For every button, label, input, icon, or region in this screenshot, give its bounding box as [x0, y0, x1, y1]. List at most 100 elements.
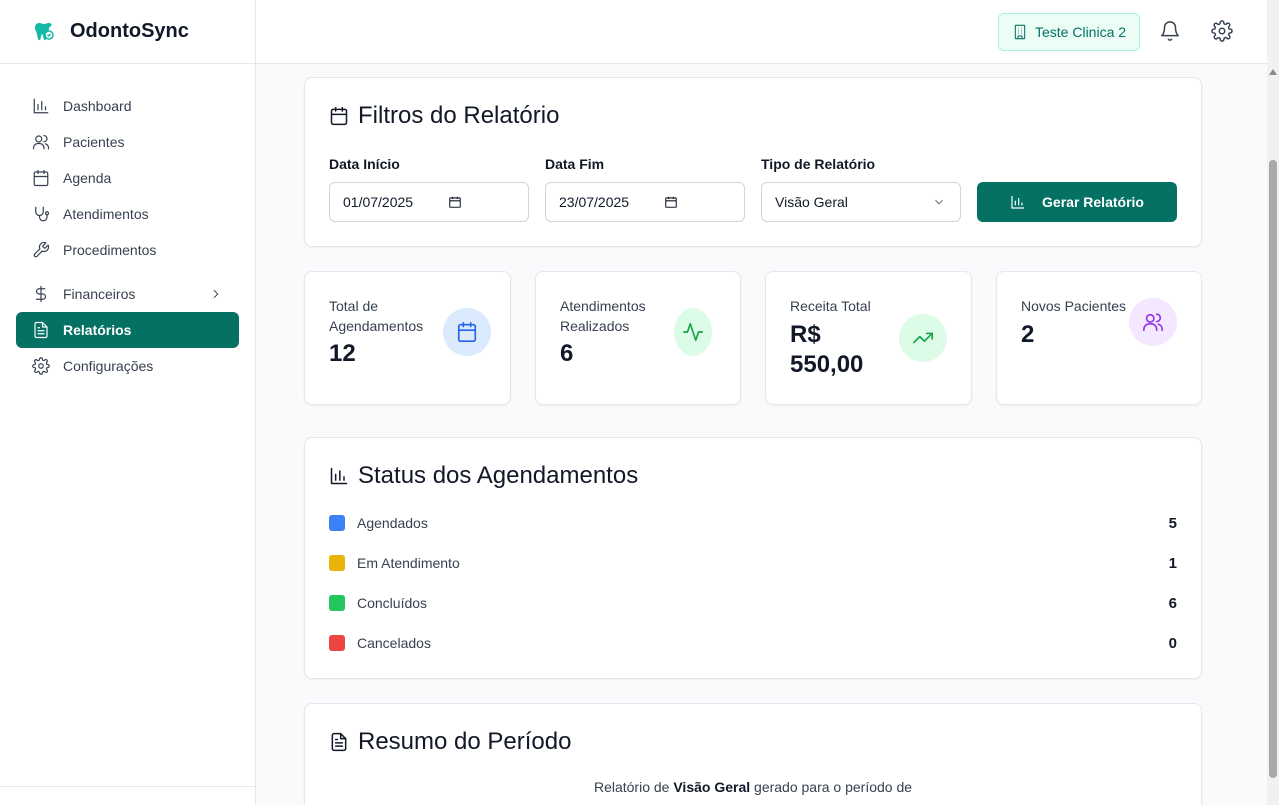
legend-swatch: [329, 515, 345, 531]
summary-title: Resumo do Período: [329, 728, 571, 756]
wrench-icon: [33, 241, 50, 258]
sidebar-item-relatorios[interactable]: Relatórios: [16, 312, 239, 348]
page-scrollbar[interactable]: [1267, 0, 1279, 805]
users-icon: [1143, 313, 1163, 332]
stat-icon-wrap: [1129, 298, 1177, 346]
clinic-name: Teste Clinica 2: [1035, 24, 1127, 40]
stat-label: Atendimentos Realizados: [560, 298, 646, 334]
gear-icon: [32, 357, 50, 375]
stat-label: Novos Pacientes: [1021, 298, 1127, 314]
users-icon: [32, 135, 50, 150]
sidebar-item-label: Agenda: [63, 170, 112, 186]
calendar-icon: [330, 106, 348, 126]
stat-value: 2: [1021, 321, 1035, 348]
brand-name: OdontoSync: [70, 20, 189, 42]
status-title: Status dos Agendamentos: [329, 462, 638, 490]
status-row-em-atendimento: Em Atendimento 1: [329, 553, 1177, 573]
status-label: Agendados: [357, 515, 428, 531]
stat-icon-wrap: [674, 308, 712, 356]
stat-card-novos-pacientes: Novos Pacientes 2: [996, 271, 1202, 405]
sidebar-item-agenda[interactable]: Agenda: [16, 160, 239, 196]
chevron-right-icon: [213, 290, 219, 298]
start-date-value: 01/07/2025: [343, 194, 414, 210]
bar-chart-icon: [1011, 196, 1025, 209]
file-text-icon: [34, 321, 48, 339]
sidebar-item-label: Configurações: [63, 358, 154, 374]
sidebar-item-label: Financeiros: [63, 286, 136, 302]
bar-chart-icon: [33, 98, 49, 114]
sidebar-item-label: Pacientes: [63, 134, 125, 150]
summary-card: Resumo do Período Relatório de Visão Ger…: [304, 703, 1202, 805]
calendar-picker-icon[interactable]: [448, 195, 462, 209]
scroll-thumb[interactable]: [1269, 160, 1277, 778]
stat-card-total-agendamentos: Total de Agendamentos 12: [304, 271, 511, 405]
trending-up-icon: [913, 332, 933, 344]
start-date-input[interactable]: 01/07/2025: [329, 182, 529, 222]
stat-icon-wrap: [443, 308, 491, 356]
stat-card-receita: Receita Total R$ 550,00: [765, 271, 972, 405]
report-type-label: Tipo de Relatório: [761, 156, 876, 172]
scroll-up-arrow-icon[interactable]: [1269, 69, 1277, 75]
sidebar-item-label: Dashboard: [63, 98, 132, 114]
filters-title: Filtros do Relatório: [329, 102, 559, 130]
stat-value: R$ 550,00: [790, 321, 864, 378]
legend-swatch: [329, 635, 345, 651]
stat-label: Total de Agendamentos: [329, 298, 424, 334]
sidebar-item-atendimentos[interactable]: Atendimentos: [16, 196, 239, 232]
dollar-icon: [35, 285, 47, 303]
bar-chart-icon: [330, 467, 348, 485]
stat-label: Receita Total: [790, 298, 871, 314]
stat-value: 12: [329, 340, 356, 367]
stat-icon-wrap: [899, 314, 947, 362]
end-date-label: Data Fim: [545, 156, 605, 172]
stat-value: 6: [560, 340, 574, 367]
calendar-icon: [457, 322, 477, 342]
status-count: 5: [1168, 514, 1177, 532]
status-count: 6: [1168, 594, 1177, 612]
file-text-icon: [331, 732, 347, 752]
building-icon: [1014, 24, 1026, 40]
clinic-selector-button[interactable]: Teste Clinica 2: [998, 13, 1141, 51]
activity-icon: [683, 322, 703, 342]
status-label: Cancelados: [357, 635, 431, 651]
brand[interactable]: OdontoSync: [0, 0, 255, 64]
status-count: 1: [1168, 554, 1177, 572]
calendar-icon: [33, 169, 49, 187]
status-row-agendados: Agendados 5: [329, 513, 1177, 533]
report-type-select[interactable]: Visão Geral: [761, 182, 961, 222]
status-row-concluidos: Concluídos 6: [329, 593, 1177, 613]
sidebar-item-dashboard[interactable]: Dashboard: [16, 88, 239, 124]
summary-text: Relatório de Visão Geral gerado para o p…: [593, 779, 913, 795]
status-row-cancelados: Cancelados 0: [329, 633, 1177, 653]
legend-swatch: [329, 555, 345, 571]
sidebar-item-label: Procedimentos: [63, 242, 157, 258]
calendar-picker-icon[interactable]: [664, 195, 678, 209]
end-date-value: 23/07/2025: [559, 194, 630, 210]
sidebar-item-label: Atendimentos: [63, 206, 149, 222]
filters-card: Filtros do Relatório Data Início 01/07/2…: [304, 77, 1202, 247]
report-type-value: Visão Geral: [775, 194, 848, 210]
stat-card-atendimentos: Atendimentos Realizados 6: [535, 271, 741, 405]
tooth-logo-icon: [35, 22, 54, 40]
generate-report-button[interactable]: Gerar Relatório: [977, 182, 1177, 222]
sidebar-item-pacientes[interactable]: Pacientes: [16, 124, 239, 160]
sidebar-item-procedimentos[interactable]: Procedimentos: [16, 232, 239, 268]
status-label: Em Atendimento: [357, 555, 460, 571]
end-date-input[interactable]: 23/07/2025: [545, 182, 745, 222]
top-header: Teste Clinica 2: [256, 0, 1267, 64]
sidebar-item-financeiros[interactable]: Financeiros: [16, 276, 239, 312]
sidebar-item-label: Relatórios: [63, 322, 132, 338]
stethoscope-icon: [35, 206, 50, 222]
start-date-label: Data Início: [329, 156, 400, 172]
status-label: Concluídos: [357, 595, 428, 611]
status-count: 0: [1168, 634, 1177, 652]
sidebar-nav: Dashboard Pacientes Agenda Atendimentos …: [0, 64, 255, 384]
status-card: Status dos Agendamentos Agendados 5 Em A…: [304, 437, 1202, 679]
settings-icon[interactable]: [1211, 20, 1233, 42]
sidebar: OdontoSync Dashboard Pacientes Agenda At…: [0, 0, 256, 805]
sidebar-divider: [0, 786, 255, 787]
legend-swatch: [329, 595, 345, 611]
bell-icon[interactable]: [1159, 20, 1181, 42]
chevron-down-icon: [935, 199, 943, 205]
sidebar-item-configuracoes[interactable]: Configurações: [16, 348, 239, 384]
